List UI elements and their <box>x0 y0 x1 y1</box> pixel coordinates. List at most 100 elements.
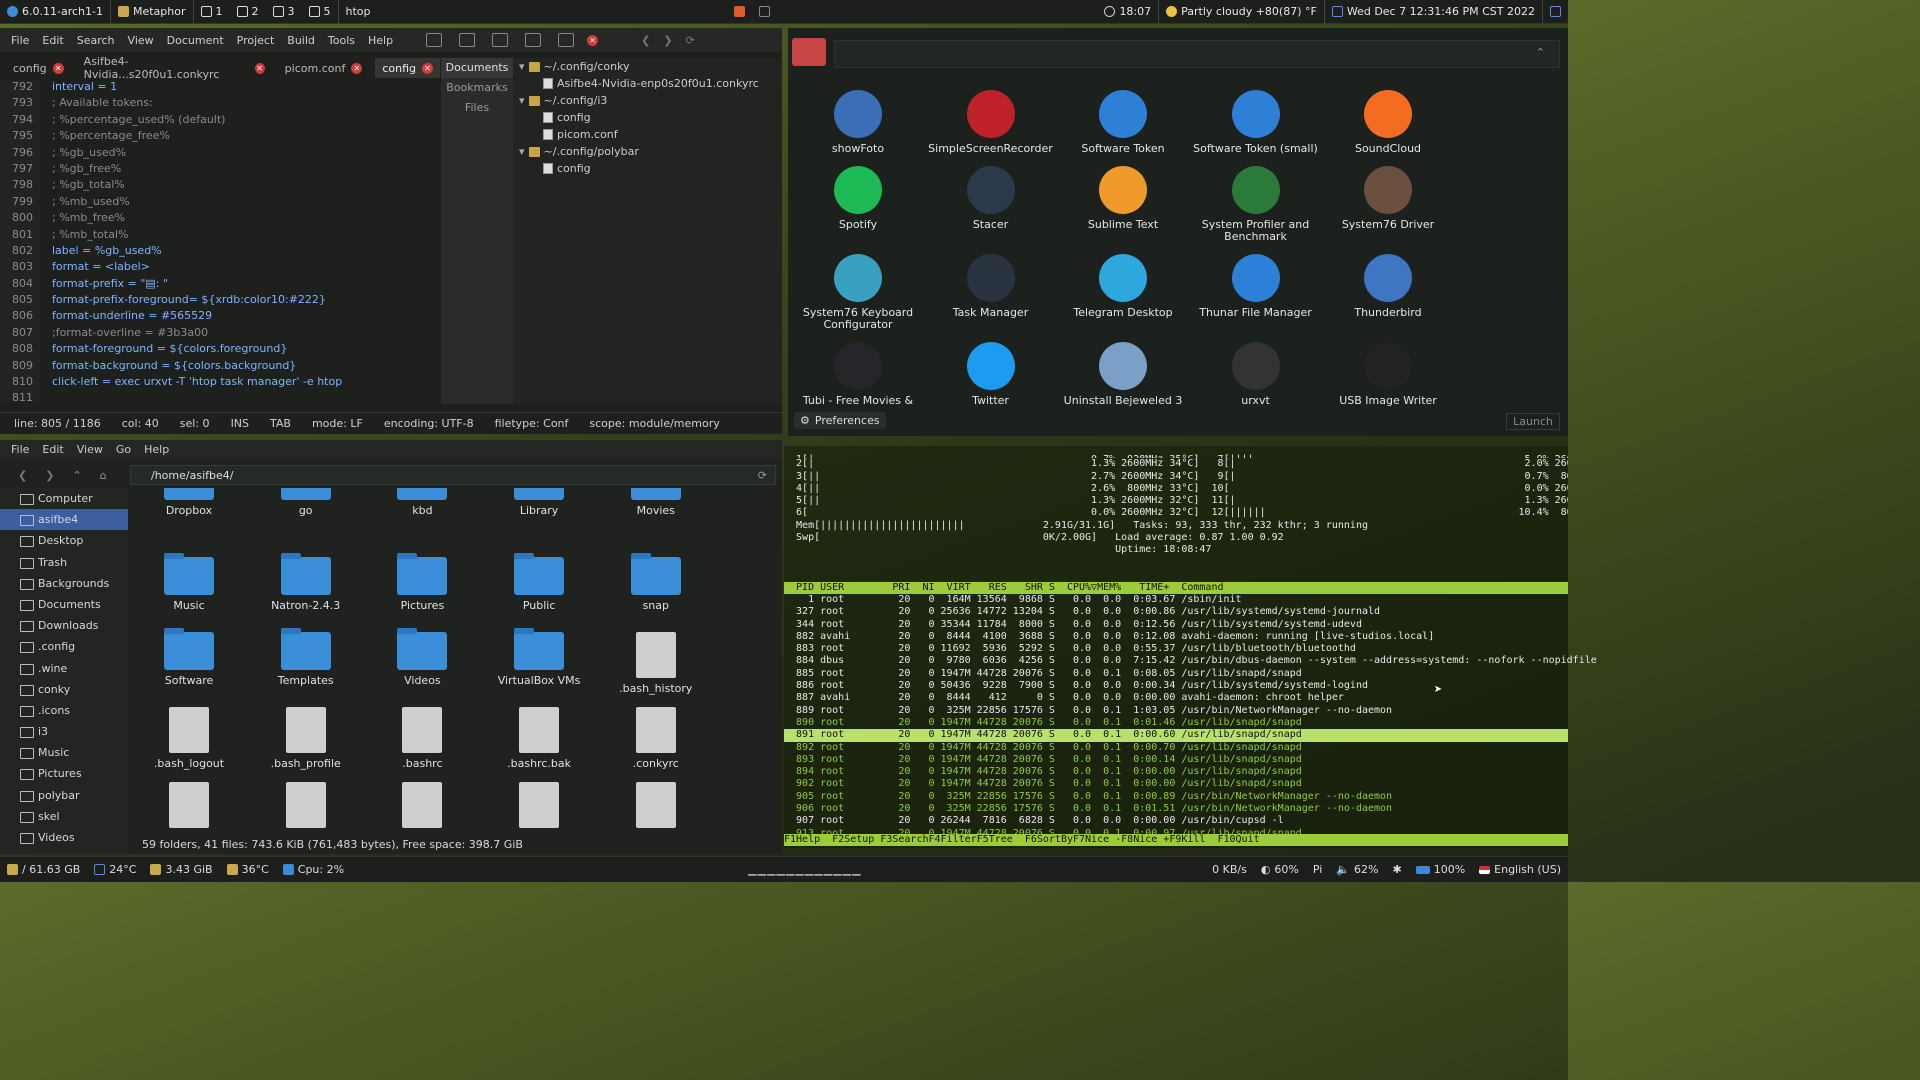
sidebar-place[interactable]: asifbe4 <box>0 509 128 531</box>
workspace-2[interactable]: 2 <box>230 0 266 24</box>
code-line[interactable]: 810 click-left = exec urxvt -T 'htop task… <box>0 375 436 392</box>
workspace-5[interactable]: 5 <box>302 0 339 24</box>
code-line[interactable]: 801 ; %mb_total% <box>0 227 436 244</box>
app-urxvt[interactable]: urxvt <box>1190 342 1322 407</box>
folder-item[interactable]: Software <box>134 628 244 687</box>
expand-arrow-icon[interactable]: ▾ <box>519 92 525 109</box>
app-usb-image-writer[interactable]: USB Image Writer <box>1322 342 1454 407</box>
launcher-logo-icon[interactable] <box>792 38 826 66</box>
code-line[interactable]: 804 format-prefix = "▤: " <box>0 276 436 294</box>
location-bar[interactable]: /home/asifbe4/ ⟳ <box>130 465 776 485</box>
menu-edit[interactable]: Edit <box>42 34 63 47</box>
workspace-3[interactable]: 3 <box>266 0 302 24</box>
menu-file[interactable]: File <box>11 34 29 47</box>
app-sublime-text[interactable]: Sublime Text <box>1057 166 1189 231</box>
folder-item[interactable]: Music <box>134 553 244 612</box>
workspace-1[interactable]: 1 <box>194 0 230 24</box>
tree-file[interactable]: picom.conf <box>513 126 782 143</box>
folder-item[interactable]: VirtualBox VMs <box>484 628 594 687</box>
folder-item[interactable]: kbd <box>367 488 477 517</box>
folder-item[interactable]: Pictures <box>367 553 477 612</box>
code-line[interactable]: 797 ; %gb_free% <box>0 161 436 179</box>
sidebar-place[interactable]: Desktop <box>0 530 128 551</box>
folder-item[interactable]: Templates <box>251 628 361 687</box>
forward-icon[interactable]: ❯ <box>45 469 54 482</box>
refresh-icon[interactable]: ⟳ <box>686 34 695 47</box>
app-simplescreenrecorder[interactable]: SimpleScreenRecorder <box>925 90 1057 155</box>
process-row[interactable]: 882 avahi 20 0 8444 4100 3688 S 0.0 0.0 … <box>784 631 1568 643</box>
app-showfoto[interactable]: showFoto <box>792 90 924 155</box>
back-icon[interactable]: ❮ <box>18 469 27 482</box>
sidebar-place[interactable]: polybar <box>0 785 128 806</box>
fm-menu-help[interactable]: Help <box>144 443 169 456</box>
process-row[interactable]: 902 root 20 0 1947M 44728 20076 S 0.0 0.… <box>784 778 1568 790</box>
process-row[interactable]: 905 root 20 0 325M 22856 17576 S 0.0 0.1… <box>784 791 1568 803</box>
fm-menu-file[interactable]: File <box>11 443 29 456</box>
new-file-icon[interactable] <box>426 33 443 47</box>
sidebar-place[interactable]: .config <box>0 636 128 657</box>
tree-file[interactable]: Asifbe4-Nvidia-enp0s20f0u1.conkyrc <box>513 75 782 92</box>
folder-item[interactable]: Library <box>484 488 594 517</box>
file-item[interactable]: .bashrc <box>367 707 477 770</box>
menu-build[interactable]: Build <box>287 34 315 47</box>
close-tab-icon[interactable]: ✕ <box>52 62 64 74</box>
tree-folder[interactable]: ▾ ~/.config/polybar <box>513 143 782 160</box>
menu-tools[interactable]: Tools <box>328 34 355 47</box>
code-line[interactable]: 799 ; %mb_used% <box>0 194 436 212</box>
app-uninstall-bejeweled-3[interactable]: Uninstall Bejeweled 3 <box>1057 342 1189 407</box>
code-line[interactable]: 802 label = %gb_used% <box>0 243 436 261</box>
code-line[interactable]: 794 ; %percentage_used% (default) <box>0 112 436 130</box>
app-software-token[interactable]: Software Token <box>1057 90 1189 155</box>
htop-column-header[interactable]: PID USER PRI NI VIRT RES SHR S CPU%▽MEM%… <box>784 582 1568 594</box>
sidebar-place[interactable]: Documents <box>0 594 128 615</box>
tree-file[interactable]: config <box>513 109 782 126</box>
folder-item[interactable]: Videos <box>367 628 477 687</box>
open-file-icon[interactable] <box>459 33 476 47</box>
sidebar-place[interactable]: .wine <box>0 658 128 679</box>
fm-menu-edit[interactable]: Edit <box>42 443 63 456</box>
app-tubi-free-movies[interactable]: Tubi - Free Movies & <box>792 342 924 407</box>
app-spotify[interactable]: Spotify <box>792 166 924 231</box>
process-row[interactable]: 890 root 20 0 1947M 44728 20076 S 0.0 0.… <box>784 717 1568 729</box>
app-twitter[interactable]: Twitter <box>925 342 1057 407</box>
file-item[interactable]: .bash_history <box>601 632 711 695</box>
app-system76-driver[interactable]: System76 Driver <box>1322 166 1454 231</box>
sidebar-place[interactable]: Backgrounds <box>0 573 128 594</box>
sidebar-place[interactable]: Downloads <box>0 615 128 636</box>
code-line[interactable]: 803 format = <label> <box>0 260 436 277</box>
collapse-icon[interactable]: ⌃ <box>1536 46 1545 59</box>
sidebar-place[interactable]: conky <box>0 679 128 700</box>
keyboard-layout-module[interactable]: English (US) <box>1472 863 1568 876</box>
volume-module[interactable]: 🔈 62% <box>1329 863 1385 876</box>
process-row[interactable]: 894 root 20 0 1947M 44728 20076 S 0.0 0.… <box>784 766 1568 778</box>
code-line[interactable]: 795 ; %percentage_free% <box>0 129 436 146</box>
fm-menu-go[interactable]: Go <box>116 443 131 456</box>
file-item[interactable]: .face <box>251 782 361 830</box>
code-line[interactable]: 798 ; %gb_total% <box>0 178 436 195</box>
htop-function-keys[interactable]: F1Help F2Setup F3SearchF4FilterF5Tree F6… <box>784 834 1568 846</box>
app-thunar-file-manager[interactable]: Thunar File Manager <box>1190 254 1322 319</box>
close-tab-icon[interactable]: ✕ <box>422 62 433 74</box>
home-icon[interactable]: ⌂ <box>100 469 107 482</box>
process-row[interactable]: 893 root 20 0 1947M 44728 20076 S 0.0 0.… <box>784 754 1568 766</box>
launch-button[interactable]: Launch <box>1506 413 1560 430</box>
bluetooth-module[interactable]: ✱ <box>1385 863 1408 876</box>
code-line[interactable]: 808 format-foreground = ${colors.foregrou… <box>0 342 436 359</box>
process-row[interactable]: 892 root 20 0 1947M 44728 20076 S 0.0 0.… <box>784 742 1568 754</box>
process-row[interactable]: 906 root 20 0 325M 22856 17576 S 0.0 0.1… <box>784 803 1568 815</box>
app-software-token-small[interactable]: Software Token (small) <box>1190 90 1322 155</box>
menu-search[interactable]: Search <box>77 34 115 47</box>
file-item[interactable]: .bash_profile <box>251 707 361 770</box>
file-item[interactable]: .gdbinit <box>484 782 594 830</box>
tab-picom[interactable]: picom.conf ✕ <box>278 58 370 78</box>
close-tab-icon[interactable]: ✕ <box>254 62 265 74</box>
sidebar-tab-bookmarks[interactable]: Bookmarks <box>441 78 513 98</box>
menu-document[interactable]: Document <box>167 34 224 47</box>
code-line[interactable]: 806 format-underline = #565529 <box>0 309 436 326</box>
process-row[interactable]: 887 avahi 20 0 8444 412 0 S 0.0 0.0 0:00… <box>784 692 1568 704</box>
sidebar-place[interactable]: i3 <box>0 721 128 742</box>
process-row[interactable]: 885 root 20 0 1947M 44728 20076 S 0.0 0.… <box>784 668 1568 680</box>
save-all-icon[interactable] <box>525 33 542 47</box>
code-line[interactable]: 805 format-prefix-foreground= ${xrdb:colo… <box>0 293 436 310</box>
app-system-profiler-and-benchmark[interactable]: System Profiler and Benchmark <box>1190 166 1322 243</box>
